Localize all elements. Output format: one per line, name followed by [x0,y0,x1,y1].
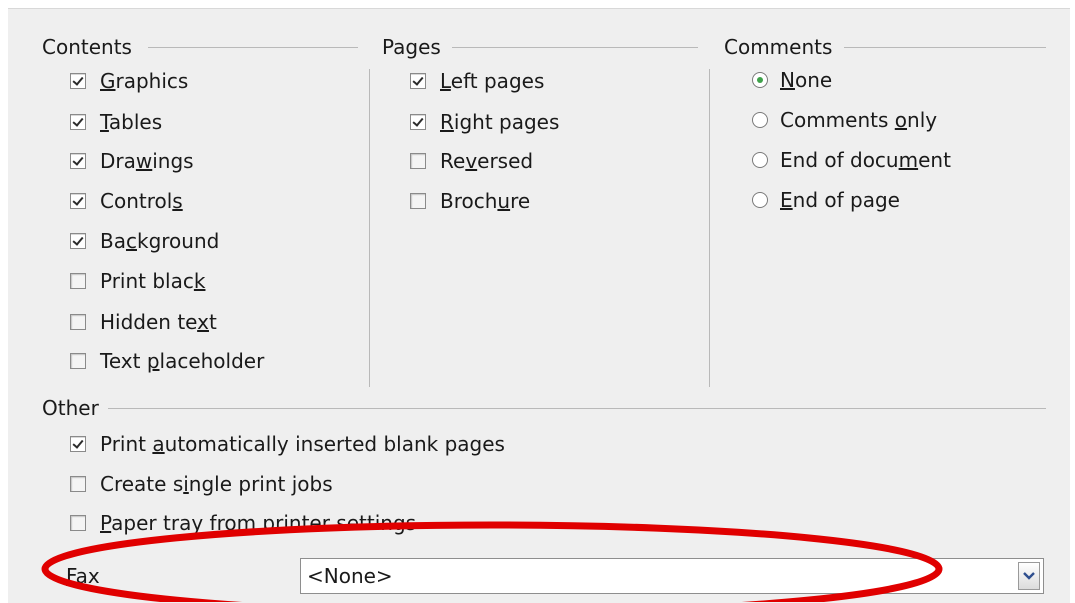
checkbox-label: Reversed [440,149,534,173]
checkbox-hidden-text[interactable]: Hidden text [70,310,217,334]
pages-title-rule [452,47,698,48]
checkbox-box[interactable] [70,114,86,130]
radio-button[interactable] [752,112,768,128]
radio-label: None [780,68,833,92]
checkbox-right-pages[interactable]: Right pages [410,110,559,134]
checkbox-label: Hidden text [100,310,217,334]
checkbox-label: Right pages [440,110,560,134]
checkbox-box[interactable] [410,73,426,89]
checkbox-box[interactable] [410,193,426,209]
checkbox-label: Left pages [440,69,545,93]
checkbox-box[interactable] [410,114,426,130]
radio-comments-none[interactable]: None [752,68,832,92]
checkbox-box[interactable] [70,273,86,289]
checkbox-label: Background [100,229,220,253]
checkbox-text-placeholder[interactable]: Text placeholder [70,349,264,373]
fax-label: Fax [66,564,100,588]
checkbox-label: Brochure [440,189,531,213]
checkbox-box[interactable] [70,314,86,330]
checkbox-print-black[interactable]: Print black [70,269,205,293]
checkbox-box[interactable] [70,193,86,209]
checkbox-brochure[interactable]: Brochure [410,189,530,213]
radio-label: End of page [780,188,900,212]
other-section-title: Other [42,397,105,419]
checkbox-controls[interactable]: Controls [70,189,183,213]
checkbox-label: Print black [100,269,206,293]
checkbox-paper-tray[interactable]: Paper tray from printer settings [70,511,416,535]
checkbox-box[interactable] [410,153,426,169]
radio-end-of-document[interactable]: End of document [752,148,951,172]
checkbox-label: Print automatically inserted blank pages [100,432,505,456]
radio-label: End of document [780,148,951,172]
radio-button[interactable] [752,152,768,168]
checkbox-tables[interactable]: Tables [70,110,162,134]
radio-label: Comments only [780,108,938,132]
comments-section-title: Comments [724,36,839,58]
checkbox-background[interactable]: Background [70,229,219,253]
chevron-down-icon [1023,572,1035,580]
fax-dropdown-button[interactable] [1018,562,1040,590]
checkbox-left-pages[interactable]: Left pages [410,69,544,93]
checkbox-box[interactable] [70,73,86,89]
checkbox-label: Controls [100,189,183,213]
checkbox-print-blank-pages[interactable]: Print automatically inserted blank pages [70,432,505,456]
radio-button[interactable] [752,192,768,208]
checkbox-reversed[interactable]: Reversed [410,149,533,173]
column-divider [369,69,370,387]
checkbox-label: Text placeholder [100,349,265,373]
radio-button[interactable] [752,72,768,88]
contents-section-title: Contents [42,36,138,58]
checkbox-label: Tables [100,110,163,134]
checkbox-single-print-jobs[interactable]: Create single print jobs [70,472,333,496]
contents-title-rule [148,47,358,48]
column-divider [709,69,710,387]
comments-title-rule [844,47,1046,48]
fax-select[interactable]: <None> [300,558,1044,594]
checkbox-label: Drawings [100,149,194,173]
checkbox-box[interactable] [70,353,86,369]
radio-end-of-page[interactable]: End of page [752,188,900,212]
checkbox-label: Graphics [100,69,189,93]
checkbox-graphics[interactable]: Graphics [70,69,188,93]
checkbox-label: Paper tray from printer settings [100,511,417,535]
print-options-panel: Contents Graphics Tables Drawings Contro… [8,8,1070,603]
checkbox-box[interactable] [70,233,86,249]
checkbox-box[interactable] [70,436,86,452]
checkbox-box[interactable] [70,515,86,531]
other-title-rule [108,408,1046,409]
checkbox-drawings[interactable]: Drawings [70,149,194,173]
radio-comments-only[interactable]: Comments only [752,108,937,132]
checkbox-box[interactable] [70,476,86,492]
checkbox-label: Create single print jobs [100,472,333,496]
pages-section-title: Pages [382,36,447,58]
fax-select-value: <None> [307,564,393,588]
checkbox-box[interactable] [70,153,86,169]
